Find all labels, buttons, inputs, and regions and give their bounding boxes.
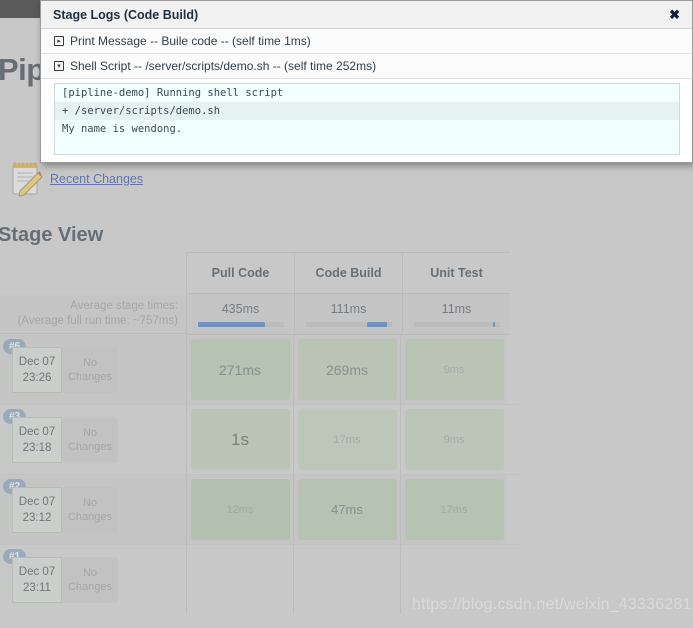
table-row: #3Dec 0723:18NoChanges1s17ms9ms xyxy=(0,405,520,475)
stage-duration-cell[interactable]: 271ms xyxy=(190,339,290,400)
stage-duration-cell xyxy=(191,549,290,610)
expand-box-icon[interactable]: ▸ xyxy=(54,36,64,46)
run-info-cell: #1Dec 0723:11NoChanges xyxy=(0,545,186,614)
stage-cell-container: 9ms xyxy=(400,405,507,474)
log-step-label: Print Message -- Buile code -- (self tim… xyxy=(70,34,311,48)
stage-view-table: Pull Code Code Build Unit Test Average s… xyxy=(0,252,520,614)
stage-cell-container: 17ms xyxy=(293,405,400,474)
run-date: Dec 07 xyxy=(18,426,56,438)
no-changes-word: Changes xyxy=(67,371,113,383)
stage-cell-container: 1s xyxy=(186,405,293,474)
run-info-cell: #3Dec 0723:18NoChanges xyxy=(0,405,186,474)
stage-cell-container: 17ms xyxy=(400,475,507,544)
average-stage-times-text: Average stage times: xyxy=(70,299,178,312)
run-time: 23:11 xyxy=(23,582,51,594)
stage-duration-cell[interactable]: 17ms xyxy=(297,409,397,470)
stage-duration-cell[interactable]: 12ms xyxy=(190,479,290,540)
dialog-header: Stage Logs (Code Build) ✖ xyxy=(41,1,692,29)
stage-header-unit-test[interactable]: Unit Test xyxy=(402,252,510,294)
stage-duration-cell[interactable]: 17ms xyxy=(404,479,504,540)
run-date: Dec 07 xyxy=(18,496,56,508)
run-info-cell: #2Dec 0723:12NoChanges xyxy=(0,475,186,544)
duration-bar-pull-code xyxy=(197,321,284,327)
stage-duration-cell[interactable]: 47ms xyxy=(297,479,397,540)
stage-header-pull-code[interactable]: Pull Code xyxy=(186,252,294,294)
average-cell-pull-code: 435ms xyxy=(186,294,294,335)
duration-bar-unit-test xyxy=(413,321,500,327)
table-row: #2Dec 0723:12NoChanges12ms47ms17ms xyxy=(0,475,520,545)
stage-view-runs: #6Dec 0723:26NoChanges271ms269ms9ms#3Dec… xyxy=(0,335,520,614)
stage-header-row: Pull Code Code Build Unit Test xyxy=(0,252,520,294)
log-line: [pipline-demo] Running shell script xyxy=(55,84,679,102)
no-changes-label[interactable]: No Changes xyxy=(62,557,118,603)
stage-cell-container: 269ms xyxy=(293,335,400,404)
duration-bar-code-build xyxy=(305,321,392,327)
stage-cell-container: 12ms xyxy=(186,475,293,544)
run-timestamp[interactable]: Dec 07 23:12 xyxy=(12,487,62,533)
log-console[interactable]: [pipline-demo] Running shell script + /se… xyxy=(54,83,680,155)
stage-view-heading: Stage View xyxy=(0,224,104,246)
no-changes-label[interactable]: No Changes xyxy=(62,487,118,533)
stage-cell-container: 47ms xyxy=(293,475,400,544)
average-value-code-build: 111ms xyxy=(330,301,367,316)
run-time: 23:12 xyxy=(22,512,52,524)
run-summary: Dec 07 23:12 No Changes xyxy=(12,487,118,533)
no-changes-word: No xyxy=(82,567,98,579)
no-changes-word: Changes xyxy=(67,581,113,593)
stage-cell-container xyxy=(293,545,400,614)
run-timestamp[interactable]: Dec 07 23:11 xyxy=(12,557,62,603)
log-line: + /server/scripts/demo.sh xyxy=(55,102,679,120)
stage-duration-cell xyxy=(298,549,397,610)
run-timestamp[interactable]: Dec 07 23:18 xyxy=(12,417,62,463)
dialog-title: Stage Logs (Code Build) xyxy=(53,7,199,22)
run-date: Dec 07 xyxy=(18,356,56,368)
log-line: My name is wendong. xyxy=(55,120,679,138)
no-changes-word: Changes xyxy=(67,511,113,523)
average-value-unit-test: 11ms xyxy=(441,301,472,316)
run-summary: Dec 07 23:11 No Changes xyxy=(12,557,118,603)
stage-duration-cell[interactable]: 269ms xyxy=(297,339,397,400)
log-step-shell-script[interactable]: ▾ Shell Script -- /server/scripts/demo.s… xyxy=(41,54,692,79)
log-step-print-message[interactable]: ▸ Print Message -- Buile code -- (self t… xyxy=(41,29,692,54)
notepad-pencil-icon xyxy=(8,160,44,198)
run-time: 23:18 xyxy=(22,442,52,454)
no-changes-word: Changes xyxy=(67,441,113,453)
stage-logs-dialog: Stage Logs (Code Build) ✖ ▸ Print Messag… xyxy=(40,0,693,163)
average-cell-unit-test: 11ms xyxy=(402,294,510,335)
average-full-run-time-text: (Average full run time: ~757ms) xyxy=(17,314,178,327)
watermark: https://blog.csdn.net/weixin_43336281 xyxy=(412,596,692,613)
average-value-pull-code: 435ms xyxy=(221,301,260,316)
collapse-box-icon[interactable]: ▾ xyxy=(54,61,64,71)
close-icon[interactable]: ✖ xyxy=(669,8,680,21)
average-cell-code-build: 111ms xyxy=(294,294,402,335)
recent-changes-link[interactable]: Recent Changes xyxy=(50,172,143,186)
average-times-label: Average stage times: (Average full run t… xyxy=(0,294,186,334)
stage-duration-cell[interactable]: 9ms xyxy=(404,339,504,400)
stage-duration-cell[interactable]: 1s xyxy=(190,409,290,470)
table-row: #6Dec 0723:26NoChanges271ms269ms9ms xyxy=(0,335,520,405)
no-changes-word: No xyxy=(82,357,98,369)
run-summary: Dec 07 23:26 No Changes xyxy=(12,347,118,393)
run-summary: Dec 07 23:18 No Changes xyxy=(12,417,118,463)
no-changes-word: No xyxy=(82,427,98,439)
run-date: Dec 07 xyxy=(18,566,56,578)
run-time: 23:26 xyxy=(22,372,52,384)
stage-cell-container xyxy=(186,545,293,614)
stage-header-code-build[interactable]: Code Build xyxy=(294,252,402,294)
run-timestamp[interactable]: Dec 07 23:26 xyxy=(12,347,62,393)
stage-duration-cell[interactable]: 9ms xyxy=(404,409,504,470)
no-changes-word: No xyxy=(82,497,98,509)
average-times-row: Average stage times: (Average full run t… xyxy=(0,294,520,335)
log-step-label: Shell Script -- /server/scripts/demo.sh … xyxy=(70,59,377,73)
run-info-cell: #6Dec 0723:26NoChanges xyxy=(0,335,186,404)
log-line-blank xyxy=(55,138,679,154)
stage-cell-container: 9ms xyxy=(400,335,507,404)
recent-changes-row: Recent Changes xyxy=(8,160,143,198)
stage-cell-container: 271ms xyxy=(186,335,293,404)
stage-header-spacer xyxy=(0,252,186,292)
no-changes-label[interactable]: No Changes xyxy=(62,347,118,393)
no-changes-label[interactable]: No Changes xyxy=(62,417,118,463)
